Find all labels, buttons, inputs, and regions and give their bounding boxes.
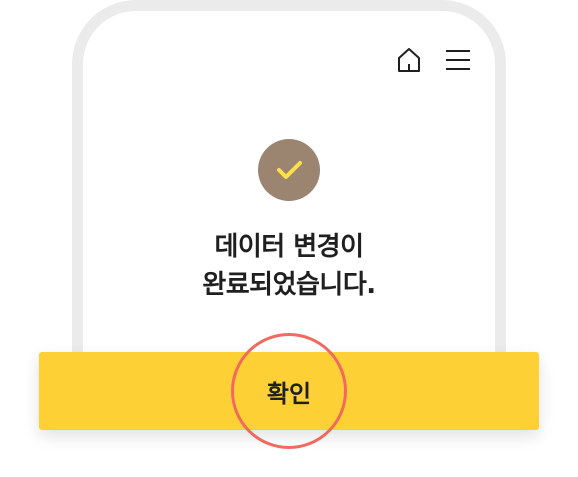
message-line-2: 완료되었습니다. xyxy=(202,270,376,300)
home-icon[interactable] xyxy=(396,46,422,74)
completion-message: 데이터 변경이 완료되었습니다. xyxy=(100,228,478,304)
message-line-1: 데이터 변경이 xyxy=(214,232,364,262)
hamburger-menu-icon[interactable] xyxy=(445,48,471,72)
screen: 데이터 변경이 완료되었습니다. 확인 xyxy=(0,0,578,477)
checkmark-icon xyxy=(277,161,302,179)
confirm-button[interactable]: 확인 xyxy=(39,352,539,430)
success-badge xyxy=(258,139,320,201)
confirm-button-label: 확인 xyxy=(266,379,312,408)
